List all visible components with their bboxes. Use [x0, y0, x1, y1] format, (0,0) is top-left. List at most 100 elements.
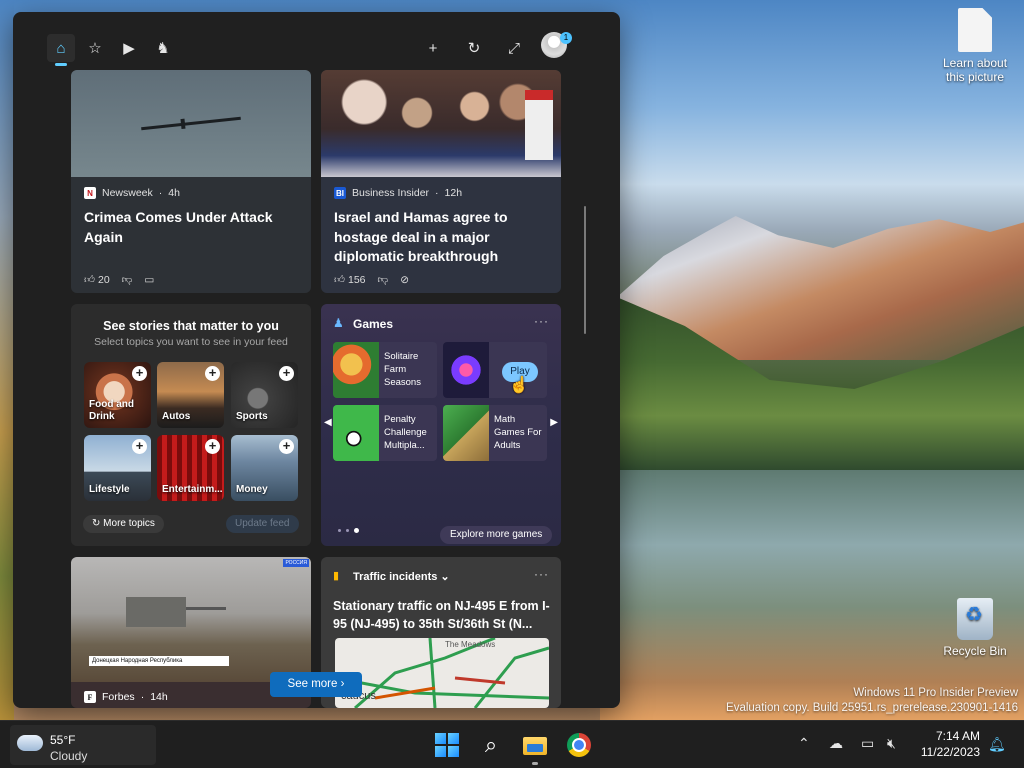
cloud-sync-icon[interactable]: ☁	[829, 735, 843, 752]
recycle-bin-desktop-icon[interactable]: Recycle Bin	[935, 598, 1015, 658]
notification-bell-icon[interactable]: 🔔︎	[988, 736, 1006, 753]
home-icon[interactable]: ⌂	[47, 34, 75, 66]
comment-icon[interactable]: ▭	[144, 274, 154, 286]
news-age: 14h	[150, 691, 168, 703]
wallpaper-lake	[600, 470, 1024, 720]
like-count: 156	[347, 273, 366, 286]
game-thumbnail	[333, 342, 379, 398]
traffic-map[interactable]: caucus The Meadows	[335, 638, 549, 708]
hide-icon[interactable]: ⊘	[400, 274, 409, 286]
news-headline[interactable]: Crimea Comes Under Attack Again	[84, 208, 294, 247]
topic-sports[interactable]: + Sports	[231, 362, 298, 428]
news-card-crimea[interactable]: N Newsweek · 4h Crimea Comes Under Attac…	[71, 70, 311, 293]
traffic-title[interactable]: Traffic incidents ⌄	[353, 570, 450, 583]
explore-more-games-button[interactable]: Explore more games	[440, 526, 553, 544]
hand-cursor-icon: ☝	[509, 377, 529, 394]
traffic-headline[interactable]: Stationary traffic on NJ-495 E from I-95…	[333, 597, 553, 633]
learn-about-picture-icon[interactable]: Learn about this picture	[935, 8, 1015, 84]
star-icon[interactable]: ☆	[81, 34, 109, 62]
see-more-button[interactable]: See more ›	[270, 672, 362, 697]
news-source: BI Business Insider · 12h	[334, 187, 463, 199]
like-count: 20	[97, 273, 110, 286]
network-icon[interactable]: ▭	[861, 735, 874, 752]
source-name: Business Insider	[352, 187, 430, 199]
carousel-next-icon[interactable]: ▶	[550, 417, 558, 428]
more-topics-button[interactable]: ↻ More topics	[83, 515, 164, 533]
evaluation-watermark: Windows 11 Pro Insider Preview Evaluatio…	[726, 686, 1018, 716]
map-label: The Meadows	[445, 640, 496, 649]
topic-label: Sports	[236, 411, 268, 422]
learn-about-picture-label: Learn about this picture	[942, 56, 1008, 84]
widgets-topbar: ⌂ ☆ ▶ ♞ + ↻ ⤢ 1	[13, 12, 620, 70]
topic-autos[interactable]: + Autos	[157, 362, 224, 428]
more-options-icon[interactable]: ···	[534, 314, 549, 328]
weather-condition: Cloudy	[50, 749, 88, 763]
plus-icon: +	[205, 366, 220, 381]
thumbs-up-icon: 👍︎	[84, 274, 95, 286]
recycle-bin-icon	[957, 598, 993, 640]
gamepad-icon[interactable]: ♞	[149, 34, 177, 62]
game-math-games[interactable]: Math Games For Adults	[443, 405, 547, 461]
topic-food-and-drink[interactable]: + Food and Drink	[84, 362, 151, 428]
refresh-button[interactable]: ↻	[460, 34, 488, 62]
topic-entertainment[interactable]: + Entertainm...	[157, 435, 224, 501]
play-icon[interactable]: ▶	[115, 34, 143, 62]
notification-badge: 1	[560, 32, 572, 44]
game-label: Math Games For Adults	[494, 414, 542, 451]
like-button[interactable]: 👍︎ 20	[84, 273, 110, 287]
games-title: Games	[353, 317, 394, 331]
widgets-panel: ⌂ ☆ ▶ ♞ + ↻ ⤢ 1 N Newsweek · 4h Crimea C…	[13, 12, 620, 708]
start-icon[interactable]	[432, 730, 462, 760]
carousel-prev-icon[interactable]: ◀	[324, 417, 332, 428]
clock[interactable]: 7:14 AM 11/22/2023	[912, 728, 980, 760]
game-thumbnail	[443, 342, 489, 398]
reactions-bar: 👍︎ 20 👎︎ ▭	[84, 273, 154, 287]
thumbs-down-icon[interactable]: 👎︎	[122, 273, 133, 286]
panel-scrollbar[interactable]	[584, 206, 586, 334]
chevron-down-icon: ⌄	[440, 571, 450, 583]
image-badge: РОССИЯ	[283, 559, 309, 567]
news-source: N Newsweek · 4h	[84, 187, 180, 199]
expand-button[interactable]: ⤢	[500, 34, 528, 62]
file-explorer-icon[interactable]	[520, 730, 550, 765]
topic-money[interactable]: + Money	[231, 435, 298, 501]
news-card-israel-hamas[interactable]: BI Business Insider · 12h Israel and Ham…	[321, 70, 561, 293]
news-age: 12h	[444, 187, 463, 199]
weather-widget-button[interactable]: 55°F Cloudy	[10, 725, 156, 765]
topics-card: See stories that matter to you Select to…	[71, 304, 311, 546]
game-solitaire-farm-seasons[interactable]: Solitaire Farm Seasons	[333, 342, 437, 398]
document-icon	[958, 8, 992, 52]
thumbs-up-icon: 👍︎	[334, 274, 345, 286]
newsweek-logo: N	[84, 187, 96, 199]
game-thumbnail	[333, 405, 379, 461]
like-button[interactable]: 👍︎ 156	[334, 273, 366, 287]
topic-label: Money	[236, 484, 268, 495]
game-thumbnail	[443, 405, 489, 461]
more-options-icon[interactable]: ···	[534, 567, 549, 581]
search-icon[interactable]: ⌕	[476, 730, 506, 760]
weather-temp: 55°F	[50, 733, 76, 747]
chevron-right-icon: ›	[340, 678, 345, 690]
carousel-dots[interactable]	[338, 528, 359, 533]
volume-icon[interactable]: 🔇︎	[887, 735, 896, 752]
watermark-line2: Evaluation copy. Build 25951.rs_prerelea…	[726, 702, 1018, 714]
topic-label: Entertainm...	[162, 484, 223, 495]
news-headline[interactable]: Israel and Hamas agree to hostage deal i…	[334, 208, 544, 267]
plus-icon: +	[205, 439, 220, 454]
watermark-line1: Windows 11 Pro Insider Preview	[853, 687, 1018, 699]
topic-label: Lifestyle	[89, 484, 130, 495]
topic-label: Autos	[162, 411, 191, 422]
plus-icon: +	[279, 366, 294, 381]
plus-icon: +	[132, 366, 147, 381]
topic-lifestyle[interactable]: + Lifestyle	[84, 435, 151, 501]
plus-icon: +	[132, 439, 147, 454]
chrome-icon[interactable]	[564, 730, 594, 760]
add-widget-button[interactable]: +	[419, 34, 447, 62]
topics-title: See stories that matter to you	[103, 319, 279, 333]
game-penalty-challenge[interactable]: Penalty Challenge Multipla...	[333, 405, 437, 461]
thumbs-down-icon[interactable]: 👎︎	[378, 273, 389, 286]
traffic-title-label: Traffic incidents	[353, 571, 438, 583]
clock-time: 7:14 AM	[935, 729, 980, 743]
chevron-up-icon[interactable]: ⌃	[798, 735, 810, 752]
update-feed-button[interactable]: Update feed	[226, 515, 299, 533]
